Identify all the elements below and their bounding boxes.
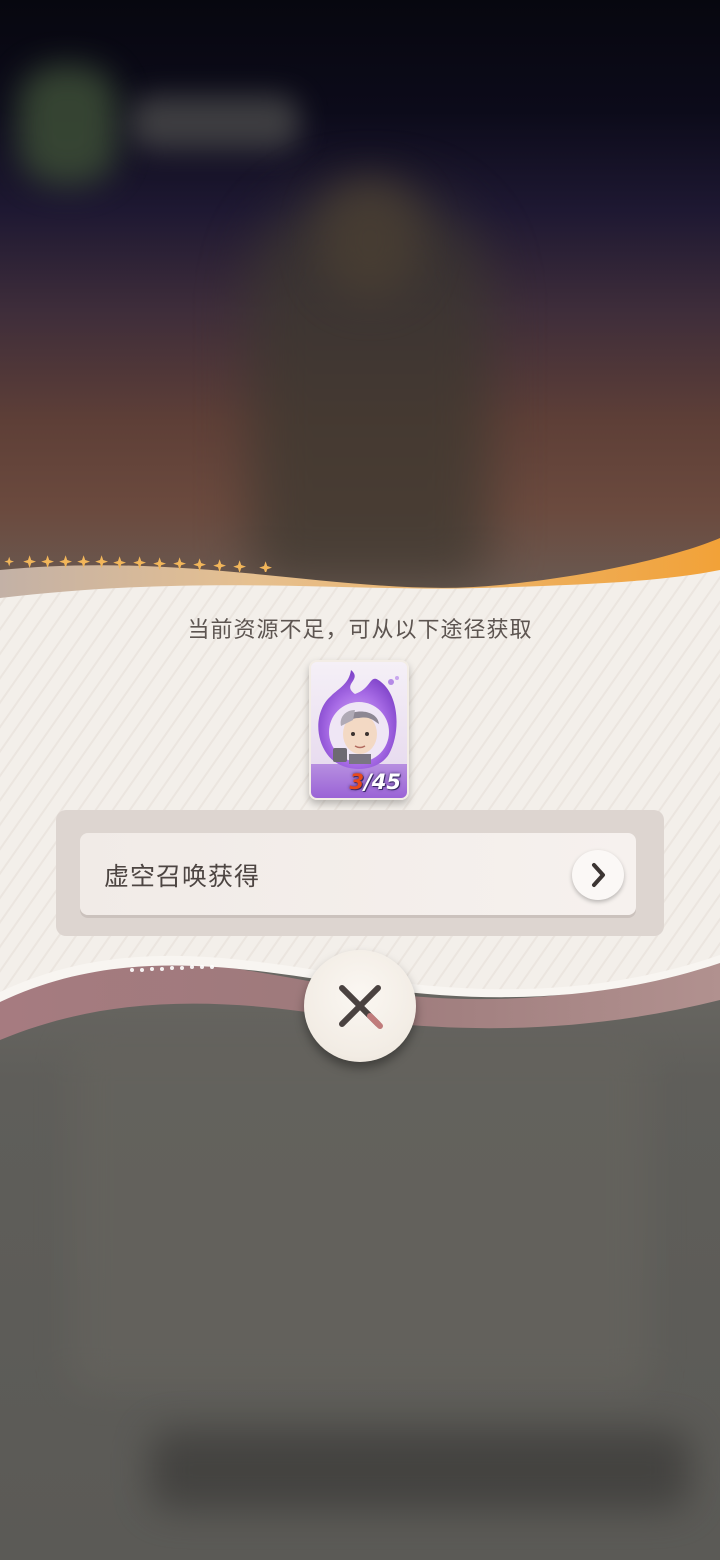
- source-label: 虚空召唤获得: [104, 862, 261, 891]
- character-shard-card[interactable]: 3/45: [309, 660, 409, 800]
- blurred-logo: [18, 65, 118, 185]
- blurred-bottom-bar: [150, 1430, 690, 1510]
- close-icon: [339, 985, 383, 1029]
- shard-count: 3/45: [349, 770, 401, 794]
- dialog-title: 当前资源不足，可从以下途径获取: [187, 618, 533, 643]
- chevron-right-icon: [592, 863, 605, 887]
- blurred-title: [130, 95, 300, 150]
- blurred-panel: [70, 1040, 650, 1390]
- go-to-source-button[interactable]: [572, 850, 624, 900]
- close-button[interactable]: [304, 950, 416, 1062]
- sparkle-decoration: [4, 555, 272, 572]
- blurred-character-head: [320, 180, 420, 300]
